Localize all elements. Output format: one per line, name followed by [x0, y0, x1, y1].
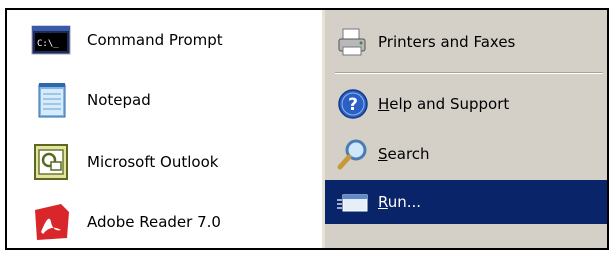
- search-icon: [337, 138, 369, 170]
- run-icon: [337, 186, 369, 218]
- places-pane: Printers and Faxes ? Help and Support Se…: [325, 10, 607, 248]
- start-menu: C:\_ Command Prompt Notepad Microsoft Ou…: [5, 8, 609, 250]
- program-label: Notepad: [87, 91, 151, 109]
- adobe-reader-icon: [31, 202, 71, 242]
- command-prompt-icon: C:\_: [31, 20, 71, 60]
- separator: [335, 72, 603, 74]
- access-key: H: [378, 95, 390, 113]
- program-item-outlook[interactable]: Microsoft Outlook: [9, 136, 321, 188]
- access-key: S: [378, 145, 388, 163]
- place-item-run[interactable]: Run...: [325, 180, 607, 224]
- place-label: Help and Support: [378, 95, 509, 113]
- program-item-adobe-reader[interactable]: Adobe Reader 7.0: [9, 196, 321, 248]
- label-text: elp and Support: [389, 95, 510, 113]
- place-label: Printers and Faxes: [378, 33, 516, 51]
- svg-text:C:\_: C:\_: [37, 39, 59, 49]
- place-label: Run...: [378, 193, 421, 211]
- svg-text:?: ?: [348, 95, 358, 115]
- programs-pane: C:\_ Command Prompt Notepad Microsoft Ou…: [9, 12, 321, 246]
- place-item-search[interactable]: Search: [325, 132, 607, 176]
- program-label: Command Prompt: [87, 31, 223, 49]
- program-label: Microsoft Outlook: [87, 153, 219, 171]
- access-key: R: [378, 193, 388, 211]
- label-text: un...: [387, 193, 422, 211]
- help-icon: ?: [337, 88, 369, 120]
- program-item-command-prompt[interactable]: C:\_ Command Prompt: [9, 14, 321, 66]
- program-label: Adobe Reader 7.0: [87, 213, 221, 231]
- label-text: earch: [387, 145, 430, 163]
- place-item-printers-and-faxes[interactable]: Printers and Faxes: [325, 20, 607, 64]
- printer-icon: [337, 26, 369, 58]
- place-item-help-and-support[interactable]: ? Help and Support: [325, 82, 607, 126]
- place-label: Search: [378, 145, 430, 163]
- program-item-notepad[interactable]: Notepad: [9, 74, 321, 126]
- notepad-icon: [31, 80, 71, 120]
- outlook-icon: [31, 142, 71, 182]
